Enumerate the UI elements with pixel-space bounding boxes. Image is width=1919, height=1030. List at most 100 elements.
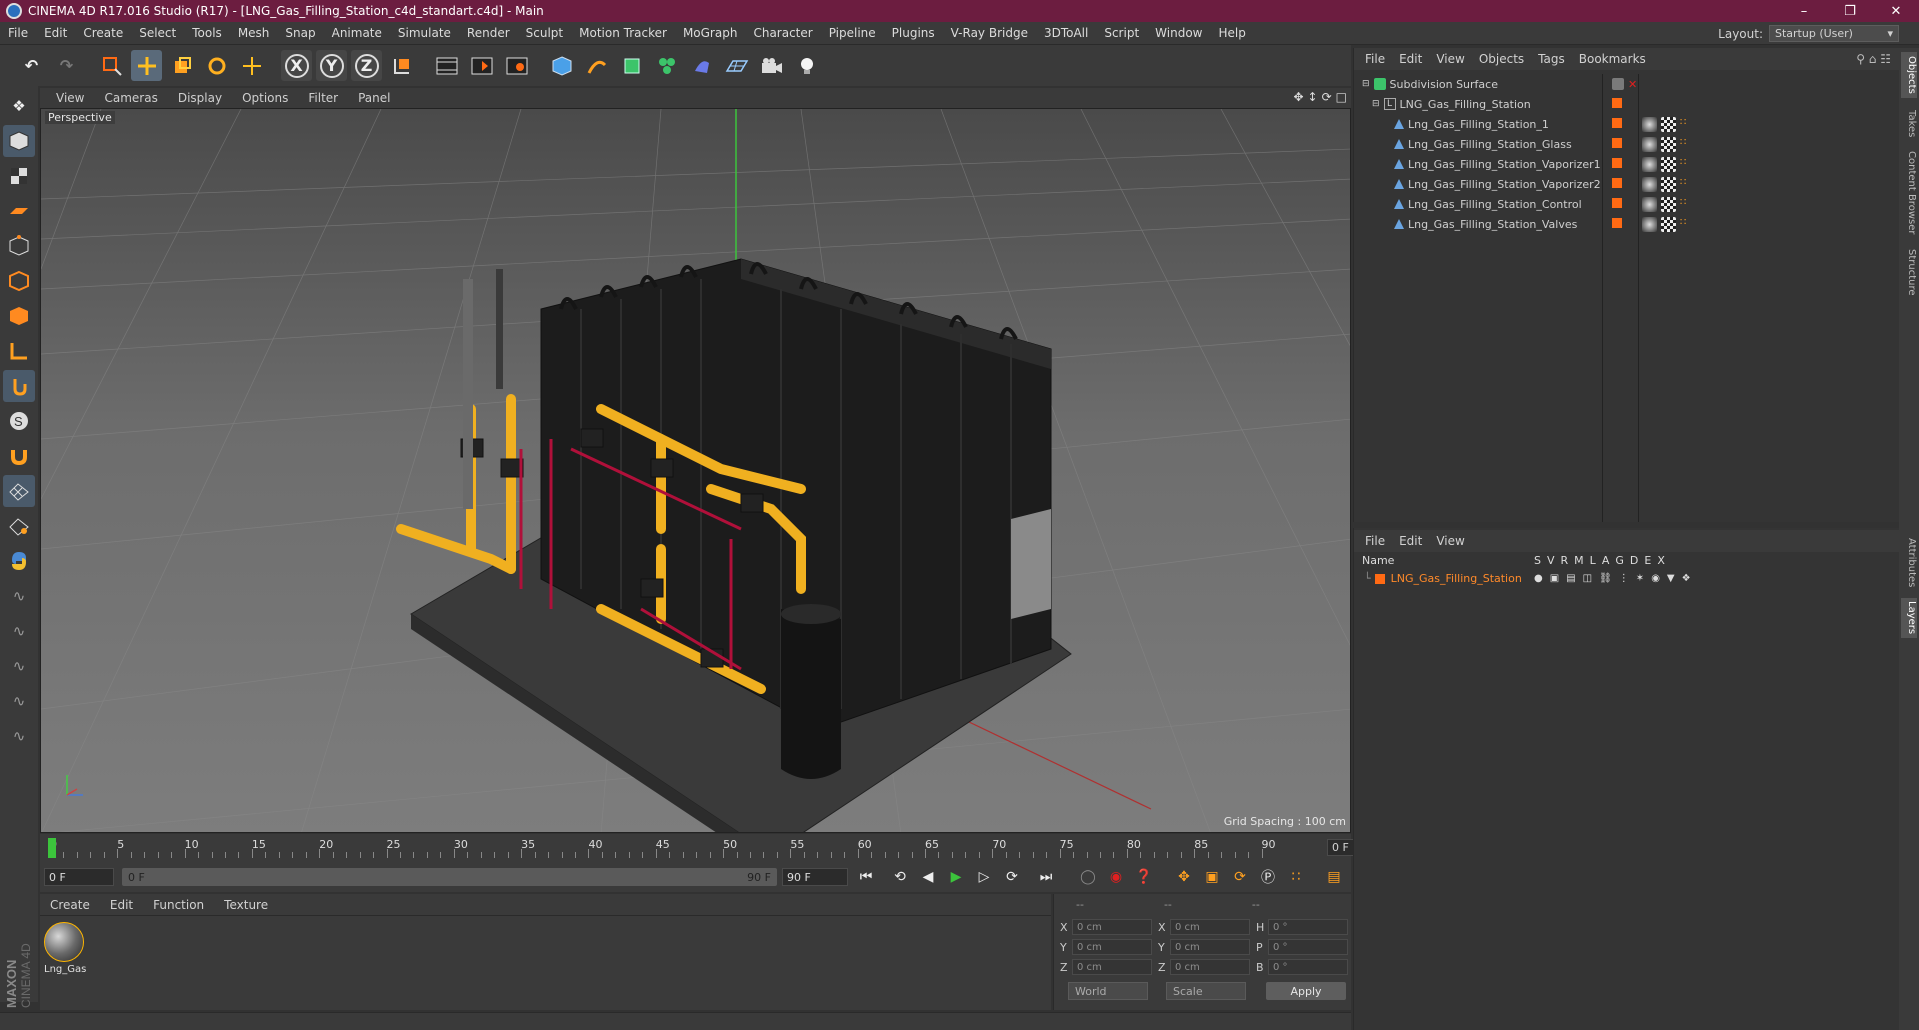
close-button[interactable]: ✕	[1873, 0, 1919, 22]
menu-animate[interactable]: Animate	[324, 26, 390, 40]
object-row-station-glass[interactable]: Lng_Gas_Filling_Station_Glass ∷	[1354, 134, 1900, 154]
menu-file[interactable]: File	[0, 26, 36, 40]
light-icon[interactable]	[791, 50, 822, 81]
layer-animation-toggle[interactable]: ⋮	[1619, 573, 1629, 584]
phong-tag-icon[interactable]: ∷	[1680, 157, 1695, 172]
transform-tool-icon[interactable]	[236, 50, 267, 81]
search-icon[interactable]: ⚲ ⌂ ☷	[1856, 52, 1891, 66]
key-position-icon[interactable]: ✥	[1172, 866, 1196, 888]
material-tag-icon[interactable]	[1642, 196, 1657, 212]
layer-lock-toggle[interactable]: ⛓	[1599, 573, 1612, 584]
menu-mograph[interactable]: MoGraph	[675, 26, 746, 40]
rotate-tool-icon[interactable]	[201, 50, 232, 81]
viewport-menu-display[interactable]: Display	[168, 91, 232, 105]
frame-range-slider[interactable]: 0 F 90 F	[122, 868, 777, 886]
object-row-station-vaporizer1[interactable]: Lng_Gas_Filling_Station_Vaporizer1 ∷	[1354, 154, 1900, 174]
layer-deformers-toggle[interactable]: ◉	[1651, 573, 1660, 584]
viewport-zoom-icon[interactable]: ↕	[1308, 90, 1318, 104]
uvw-tag-icon[interactable]	[1661, 196, 1676, 212]
tab-attributes[interactable]: Attributes	[1901, 532, 1917, 594]
rotation-b-field[interactable]: 0 °	[1268, 959, 1348, 975]
menu-motion-tracker[interactable]: Motion Tracker	[571, 26, 675, 40]
phong-tag-icon[interactable]: ∷	[1680, 177, 1695, 192]
layer-visible-toggle[interactable]: ▣	[1550, 573, 1559, 584]
object-column-divider[interactable]	[1602, 74, 1603, 522]
sculpt-flatten-icon[interactable]: ∿	[3, 685, 35, 717]
size-mode-dropdown[interactable]: Scale	[1166, 982, 1246, 1000]
object-enable-icon[interactable]	[1612, 77, 1624, 90]
menu-vray-bridge[interactable]: V-Ray Bridge	[943, 26, 1036, 40]
layers-menu-edit[interactable]: Edit	[1392, 534, 1429, 548]
maximize-button[interactable]: ❐	[1827, 0, 1873, 22]
magnet-icon[interactable]	[3, 440, 35, 472]
viewport-maximize-icon[interactable]: □	[1336, 90, 1347, 104]
layer-row[interactable]: └ LNG_Gas_Filling_Station ● ▣ ▤ ◫ ⛓ ⋮ ✶ …	[1354, 570, 1900, 587]
sculpt-brush-icon[interactable]: ∿	[3, 580, 35, 612]
grid-lock-icon[interactable]	[3, 475, 35, 507]
mograph-cloner-icon[interactable]	[651, 50, 682, 81]
layer-col-render[interactable]: R	[1561, 554, 1569, 567]
record-keys-icon[interactable]: ◯	[1076, 866, 1100, 888]
next-keyframe-icon[interactable]: ⟳	[1000, 866, 1024, 888]
render-to-picture-viewer-icon[interactable]	[466, 50, 497, 81]
menu-create[interactable]: Create	[75, 26, 131, 40]
grid-snap-icon[interactable]	[3, 510, 35, 542]
material-swatch[interactable]: Lng_Gas	[44, 922, 86, 975]
layer-col-generators[interactable]: G	[1615, 554, 1624, 567]
texture-mode-icon[interactable]	[3, 160, 35, 192]
go-to-start-icon[interactable]: ⏮	[854, 866, 878, 888]
make-editable-icon[interactable]: ❖	[3, 90, 35, 122]
material-menu-create[interactable]: Create	[40, 898, 100, 912]
viewport-rotate-icon[interactable]: ⟳	[1322, 90, 1332, 104]
viewport-menu-cameras[interactable]: Cameras	[94, 91, 167, 105]
x-axis-lock-button[interactable]: X	[281, 50, 312, 81]
timeline[interactable]: 051015202530354045505560657075808590 0 F	[40, 834, 1391, 862]
uvw-tag-icon[interactable]	[1661, 136, 1676, 152]
y-axis-lock-button[interactable]: Y	[316, 50, 347, 81]
tweak-mode-icon[interactable]	[3, 370, 35, 402]
layer-col-deformers[interactable]: D	[1630, 554, 1638, 567]
position-x-field[interactable]: 0 cm	[1072, 919, 1152, 935]
render-view-icon[interactable]	[431, 50, 462, 81]
rotation-p-field[interactable]: 0 °	[1268, 939, 1348, 955]
material-tag-icon[interactable]	[1642, 136, 1657, 152]
phong-tag-icon[interactable]: ∷	[1680, 117, 1695, 132]
end-frame-field[interactable]: 90 F	[782, 868, 848, 886]
phong-tag-icon[interactable]: ∷	[1680, 137, 1695, 152]
layer-col-animation[interactable]: A	[1602, 554, 1610, 567]
layer-xref-toggle[interactable]: ❖	[1682, 573, 1691, 584]
collapse-icon[interactable]: ⊟	[1362, 79, 1370, 89]
live-selection-icon[interactable]	[96, 50, 127, 81]
coordinate-system-icon[interactable]	[386, 50, 417, 81]
menu-simulate[interactable]: Simulate	[390, 26, 459, 40]
menu-sculpt[interactable]: Sculpt	[518, 26, 571, 40]
z-axis-lock-button[interactable]: Z	[351, 50, 382, 81]
start-frame-field[interactable]: 0 F	[44, 868, 114, 886]
pen-spline-icon[interactable]	[581, 50, 612, 81]
menu-help[interactable]: Help	[1210, 26, 1253, 40]
key-rotation-icon[interactable]: ⟳	[1228, 866, 1252, 888]
collapse-icon[interactable]: ⊟	[1372, 99, 1380, 109]
camera-icon[interactable]	[756, 50, 787, 81]
move-tool-icon[interactable]	[131, 50, 162, 81]
go-to-end-icon[interactable]: ⏭	[1034, 866, 1058, 888]
object-row-subdivision-surface[interactable]: ⊟ Subdivision Surface ✕	[1354, 74, 1900, 94]
menu-pipeline[interactable]: Pipeline	[821, 26, 884, 40]
rotation-h-field[interactable]: 0 °	[1268, 919, 1348, 935]
layer-manager-toggle[interactable]: ◫	[1583, 573, 1592, 584]
key-scale-icon[interactable]: ▣	[1200, 866, 1224, 888]
objects-menu-edit[interactable]: Edit	[1392, 52, 1429, 66]
tab-content-browser[interactable]: Content Browser	[1901, 148, 1917, 238]
undo-icon[interactable]: ↶	[16, 50, 47, 81]
uvw-tag-icon[interactable]	[1661, 216, 1676, 232]
object-row-station-valves[interactable]: Lng_Gas_Filling_Station_Valves ∷	[1354, 214, 1900, 234]
objects-menu-view[interactable]: View	[1429, 52, 1471, 66]
viewport-menu-options[interactable]: Options	[232, 91, 298, 105]
uvw-tag-icon[interactable]	[1661, 176, 1676, 192]
material-menu-function[interactable]: Function	[143, 898, 214, 912]
material-tag-icon[interactable]	[1642, 116, 1657, 132]
position-y-field[interactable]: 0 cm	[1072, 939, 1152, 955]
tab-takes[interactable]: Takes	[1901, 104, 1917, 144]
sculpt-smooth-icon[interactable]: ∿	[3, 650, 35, 682]
deformer-icon[interactable]	[686, 50, 717, 81]
